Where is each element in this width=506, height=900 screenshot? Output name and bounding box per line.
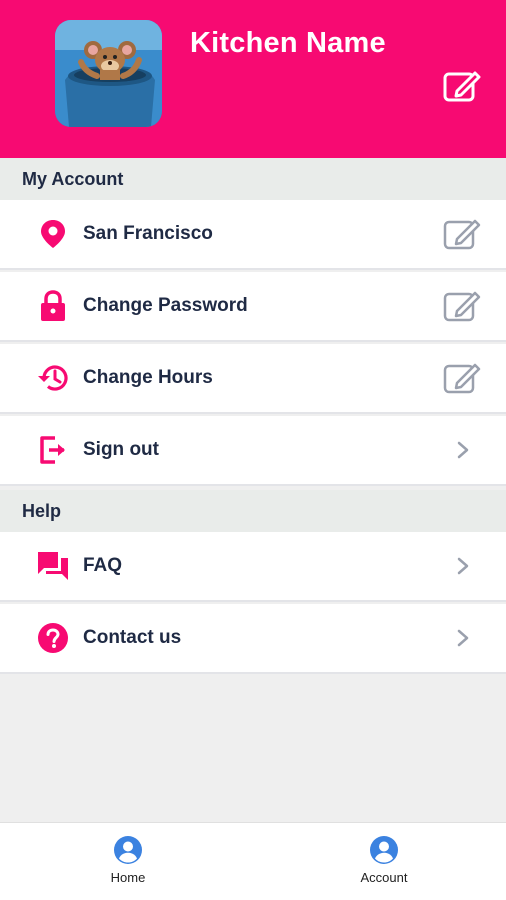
sign-out-icon xyxy=(36,433,70,467)
list-item-faq[interactable]: FAQ xyxy=(0,532,506,602)
list-item-label: FAQ xyxy=(83,555,123,576)
list-item-change-password[interactable]: Change Password xyxy=(0,272,506,342)
list-item-sign-out[interactable]: Sign out xyxy=(0,416,506,486)
chevron-right-icon xyxy=(455,628,471,648)
edit-location-button[interactable] xyxy=(443,217,481,251)
chevron-right-icon xyxy=(455,556,471,576)
section-heading-help: Help xyxy=(0,490,506,532)
list-item-label: Change Password xyxy=(83,295,248,316)
list-item-contact-us[interactable]: Contact us xyxy=(0,604,506,674)
edit-profile-button[interactable] xyxy=(443,69,481,103)
location-pin-icon xyxy=(36,217,70,251)
section-heading-my-account: My Account xyxy=(0,158,506,200)
profile-header: Kitchen Name xyxy=(0,0,506,158)
edit-icon xyxy=(443,219,481,250)
kitchen-avatar[interactable] xyxy=(55,20,162,127)
chevron-right-icon xyxy=(455,440,471,460)
account-circle-icon xyxy=(370,836,398,864)
history-icon xyxy=(36,361,70,395)
list-item-location[interactable]: San Francisco xyxy=(0,200,506,270)
nav-item-account[interactable]: Account xyxy=(334,835,434,885)
kitchen-name: Kitchen Name xyxy=(190,27,386,59)
list-item-label: Change Hours xyxy=(83,367,213,388)
nav-label-account: Account xyxy=(360,870,408,885)
question-circle-icon xyxy=(36,621,70,655)
account-circle-icon xyxy=(114,836,142,864)
edit-icon xyxy=(443,363,481,394)
edit-password-button[interactable] xyxy=(443,289,481,323)
list-item-label: Sign out xyxy=(83,439,159,460)
cartoon-mouse-avatar-icon xyxy=(55,20,162,127)
lock-icon xyxy=(36,289,70,323)
edit-icon xyxy=(443,291,481,322)
list-item-label: Contact us xyxy=(83,627,182,648)
edit-icon xyxy=(443,71,481,102)
nav-label-home: Home xyxy=(110,870,146,885)
nav-item-home[interactable]: Home xyxy=(78,835,178,885)
bottom-navigation: Home Account xyxy=(0,822,506,900)
list-item-change-hours[interactable]: Change Hours xyxy=(0,344,506,414)
list-item-label: San Francisco xyxy=(83,223,213,244)
chat-bubbles-icon xyxy=(36,549,70,583)
edit-hours-button[interactable] xyxy=(443,361,481,395)
